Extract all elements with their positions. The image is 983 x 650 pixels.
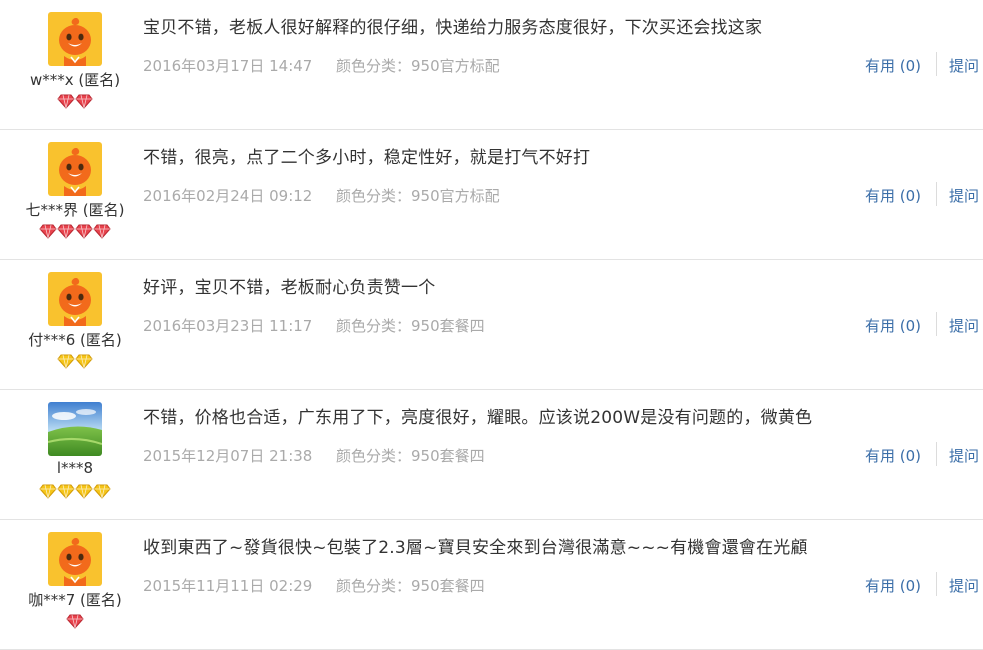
action-divider xyxy=(936,312,937,336)
review-row: 咖***7 (匿名) 收到東西了~發貨很快~包裝了2.3層~寶貝安全來到台灣很滿意… xyxy=(0,520,983,650)
action-divider xyxy=(936,572,937,596)
useful-button[interactable]: 有用 (0) xyxy=(865,315,921,336)
review-sku: 颜色分类：950套餐四 xyxy=(336,577,485,595)
review-sku: 颜色分类：950官方标配 xyxy=(336,187,500,205)
action-divider xyxy=(936,182,937,206)
review-row: 七***界 (匿名) 不错，很亮，点了二个多小时，稳定性好，就是打气不好打 2016… xyxy=(0,130,983,260)
yellow-diamond-icon xyxy=(75,354,93,373)
review-content: 收到東西了~發貨很快~包裝了2.3層~寶貝安全來到台灣很滿意~~~有機會還會在光… xyxy=(143,538,808,558)
buyer-credit-badges xyxy=(0,354,150,369)
review-content: 好评，宝贝不错，老板耐心负责赞一个 xyxy=(143,278,436,298)
yellow-diamond-icon xyxy=(39,484,57,503)
mascot-avatar-icon[interactable] xyxy=(48,272,102,326)
red-diamond-icon xyxy=(66,614,84,633)
review-sku: 颜色分类：950官方标配 xyxy=(336,57,500,75)
reviewer-nickname[interactable]: w***x (匿名) xyxy=(0,69,150,90)
ask-question-button[interactable]: 提问 xyxy=(949,55,979,76)
red-diamond-icon xyxy=(93,224,111,243)
useful-button[interactable]: 有用 (0) xyxy=(865,55,921,76)
buyer-credit-badges xyxy=(0,224,150,239)
review-date: 2015年11月11日 02:29 xyxy=(143,577,313,595)
review-content: 不错，价格也合适，广东用了下，亮度很好，耀眼。应该说200W是没有问题的，微黄色 xyxy=(143,408,813,428)
buyer-credit-badges xyxy=(0,484,150,499)
reviewer-nickname[interactable]: 付***6 (匿名) xyxy=(0,329,150,350)
reviewer-nickname[interactable]: 咖***7 (匿名) xyxy=(0,589,150,610)
yellow-diamond-icon xyxy=(75,484,93,503)
review-row: w***x (匿名) 宝贝不错，老板人很好解释的很仔细，快递给力服务态度很好，下次… xyxy=(0,0,983,130)
buyer-credit-badges xyxy=(0,614,150,629)
useful-button[interactable]: 有用 (0) xyxy=(865,445,921,466)
mascot-avatar-icon[interactable] xyxy=(48,532,102,586)
reviewer-nickname[interactable]: l***8 xyxy=(0,459,150,477)
ask-question-button[interactable]: 提问 xyxy=(949,185,979,206)
review-date: 2016年02月24日 09:12 xyxy=(143,187,313,205)
review-row: 付***6 (匿名) 好评，宝贝不错，老板耐心负责赞一个 2016年03月23日 1… xyxy=(0,260,983,390)
red-diamond-icon xyxy=(57,94,75,113)
useful-button[interactable]: 有用 (0) xyxy=(865,575,921,596)
review-content: 宝贝不错，老板人很好解释的很仔细，快递给力服务态度很好，下次买还会找这家 xyxy=(143,18,763,38)
red-diamond-icon xyxy=(39,224,57,243)
red-diamond-icon xyxy=(75,94,93,113)
yellow-diamond-icon xyxy=(93,484,111,503)
yellow-diamond-icon xyxy=(57,354,75,373)
red-diamond-icon xyxy=(75,224,93,243)
useful-button[interactable]: 有用 (0) xyxy=(865,185,921,206)
buyer-credit-badges xyxy=(0,94,150,109)
red-diamond-icon xyxy=(57,224,75,243)
review-row: l***8 不错，价格也合适，广东用了下，亮度很好，耀眼。应该说200W是没有问题… xyxy=(0,390,983,520)
mascot-avatar-icon[interactable] xyxy=(48,12,102,66)
review-sku: 颜色分类：950套餐四 xyxy=(336,317,485,335)
review-date: 2015年12月07日 21:38 xyxy=(143,447,313,465)
ask-question-button[interactable]: 提问 xyxy=(949,315,979,336)
review-content: 不错，很亮，点了二个多小时，稳定性好，就是打气不好打 xyxy=(143,148,591,168)
action-divider xyxy=(936,52,937,76)
yellow-diamond-icon xyxy=(57,484,75,503)
mascot-avatar-icon[interactable] xyxy=(48,142,102,196)
ask-question-button[interactable]: 提问 xyxy=(949,575,979,596)
review-date: 2016年03月17日 14:47 xyxy=(143,57,313,75)
reviewer-nickname[interactable]: 七***界 (匿名) xyxy=(0,199,150,220)
review-sku: 颜色分类：950套餐四 xyxy=(336,447,485,465)
landscape-avatar-image[interactable] xyxy=(48,402,102,456)
action-divider xyxy=(936,442,937,466)
review-date: 2016年03月23日 11:17 xyxy=(143,317,313,335)
ask-question-button[interactable]: 提问 xyxy=(949,445,979,466)
